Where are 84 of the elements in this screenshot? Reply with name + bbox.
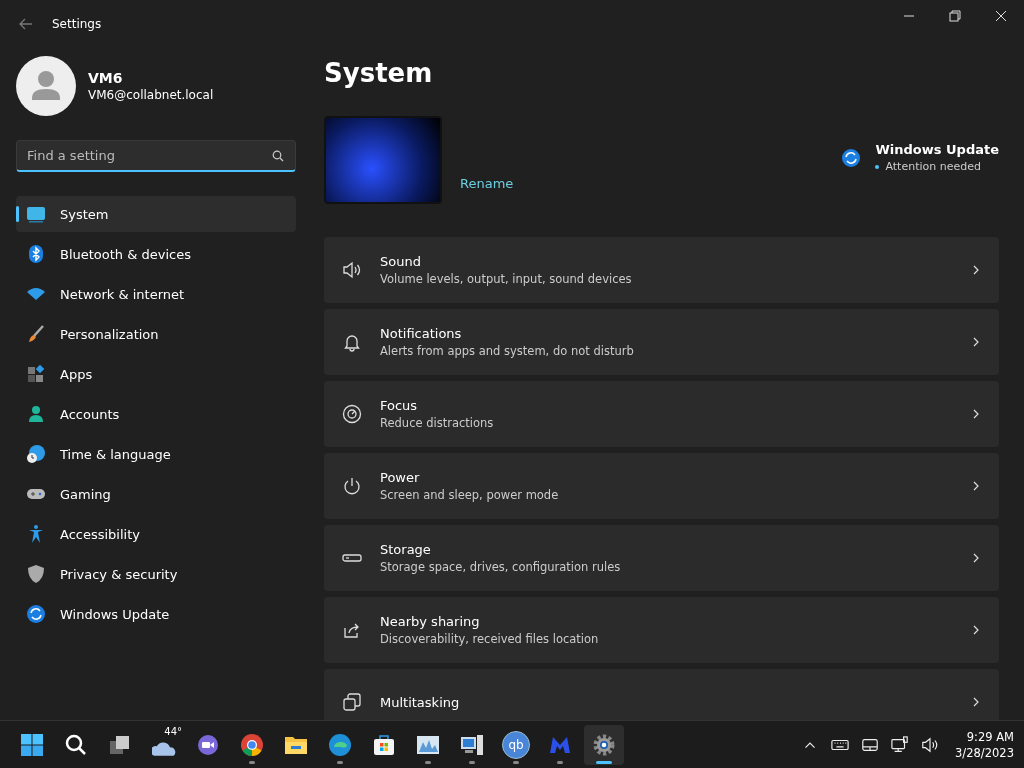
- chevron-right-icon: [971, 481, 981, 491]
- search-icon: [64, 732, 88, 757]
- card-title: Power: [380, 470, 421, 485]
- speaker-icon: [342, 260, 362, 280]
- rename-link[interactable]: Rename: [460, 176, 514, 191]
- chevron-right-icon: [971, 625, 981, 635]
- update-status: Attention needed: [885, 160, 981, 173]
- store-icon: [372, 732, 396, 757]
- settings-card[interactable]: Power Screen and sleep, power mode: [324, 453, 999, 519]
- power-icon: [342, 476, 362, 496]
- chrome-icon: [240, 732, 264, 757]
- card-title: Storage: [380, 542, 432, 557]
- bell-icon: [342, 332, 362, 352]
- card-description: Reduce distractions: [380, 416, 495, 430]
- nav-item[interactable]: Accounts: [16, 396, 296, 432]
- chevron-right-icon: [971, 697, 981, 707]
- page-title: System: [324, 58, 434, 88]
- settings-card[interactable]: Multitasking: [324, 669, 999, 720]
- card-title: Sound: [380, 254, 422, 269]
- minimize-icon[interactable]: [903, 15, 915, 17]
- shield-icon: [26, 564, 46, 584]
- temperature-badge: 44°: [162, 725, 184, 737]
- monitor-icon: [26, 204, 46, 224]
- nav-item[interactable]: Network & internet: [16, 276, 296, 312]
- chevron-right-icon: [971, 337, 981, 347]
- refresh-icon: [26, 604, 46, 624]
- card-title: Nearby sharing: [380, 614, 481, 629]
- chevron-right-icon: [971, 553, 981, 563]
- card-description: Screen and sleep, power mode: [380, 488, 560, 502]
- search-icon: [272, 150, 284, 162]
- nav-item[interactable]: Apps: [16, 356, 296, 392]
- brush-icon: [26, 324, 46, 344]
- torrent-logo: qb: [502, 730, 530, 759]
- clock-time[interactable]: 9:29 AM: [955, 728, 1014, 745]
- clock-date[interactable]: 3/28/2023: [955, 744, 1014, 761]
- settings-card[interactable]: Storage Storage space, drives, configuration rules: [324, 525, 999, 591]
- globe-clock-icon: [26, 444, 46, 464]
- settings-card[interactable]: Notifications Alerts from apps and system, do not disturb: [324, 309, 999, 375]
- search-field[interactable]: Find a setting: [16, 140, 296, 172]
- update-title: Windows Update: [875, 142, 999, 157]
- refresh-icon: [841, 148, 862, 168]
- back-arrow-icon[interactable]: [18, 16, 34, 32]
- nav-item[interactable]: Privacy & security: [16, 556, 296, 592]
- account-email: VM6@collabnet.local: [88, 88, 214, 102]
- chevron-right-icon: [971, 409, 981, 419]
- nav-item[interactable]: Windows Update: [16, 596, 296, 632]
- speaker-icon[interactable]: [921, 735, 940, 754]
- nav-item[interactable]: Bluetooth & devices: [16, 236, 296, 272]
- card-description: Discoverability, received files location: [380, 632, 600, 646]
- restore-icon[interactable]: [949, 10, 961, 22]
- focus-icon: [342, 404, 362, 424]
- taskbar-app[interactable]: [584, 724, 624, 765]
- account-name: VM6: [88, 70, 124, 86]
- card-title: Focus: [380, 398, 419, 413]
- bluetooth-icon: [26, 244, 46, 264]
- card-description: Storage space, drives, configuration rules: [380, 560, 622, 574]
- avatar-icon: [16, 56, 76, 116]
- nav-item[interactable]: Time & language: [16, 436, 296, 472]
- settings-card[interactable]: Nearby sharing Discoverability, received files location: [324, 597, 999, 663]
- network-icon[interactable]: [891, 735, 910, 754]
- apps-icon: [26, 364, 46, 384]
- windows-icon: [342, 692, 362, 712]
- nav-item[interactable]: System: [16, 196, 296, 232]
- taskbar-app[interactable]: 44°: [144, 724, 184, 765]
- taskbar-app[interactable]: qb: [496, 724, 536, 765]
- video-chat-icon: [196, 732, 220, 757]
- card-title: Multitasking: [380, 694, 461, 710]
- window-title: Settings: [52, 17, 103, 31]
- settings-card[interactable]: Focus Reduce distractions: [324, 381, 999, 447]
- card-description: Volume levels, output, input, sound devices: [380, 272, 633, 286]
- settings-card[interactable]: Sound Volume levels, output, input, sound devices: [324, 237, 999, 303]
- nav-item[interactable]: Personalization: [16, 316, 296, 352]
- settings-icon: [592, 732, 616, 757]
- person-icon: [26, 404, 46, 424]
- edge-icon: [328, 732, 352, 757]
- windows-logo-icon: [20, 732, 44, 757]
- nav-item[interactable]: Accessibility: [16, 516, 296, 552]
- status-dot: [875, 164, 880, 169]
- computer-icon: [460, 732, 484, 757]
- chevron-right-icon: [971, 265, 981, 275]
- card-title: Notifications: [380, 326, 463, 341]
- card-description: Alerts from apps and system, do not disturb: [380, 344, 635, 358]
- nav-item[interactable]: Gaming: [16, 476, 296, 512]
- close-icon[interactable]: [995, 10, 1007, 22]
